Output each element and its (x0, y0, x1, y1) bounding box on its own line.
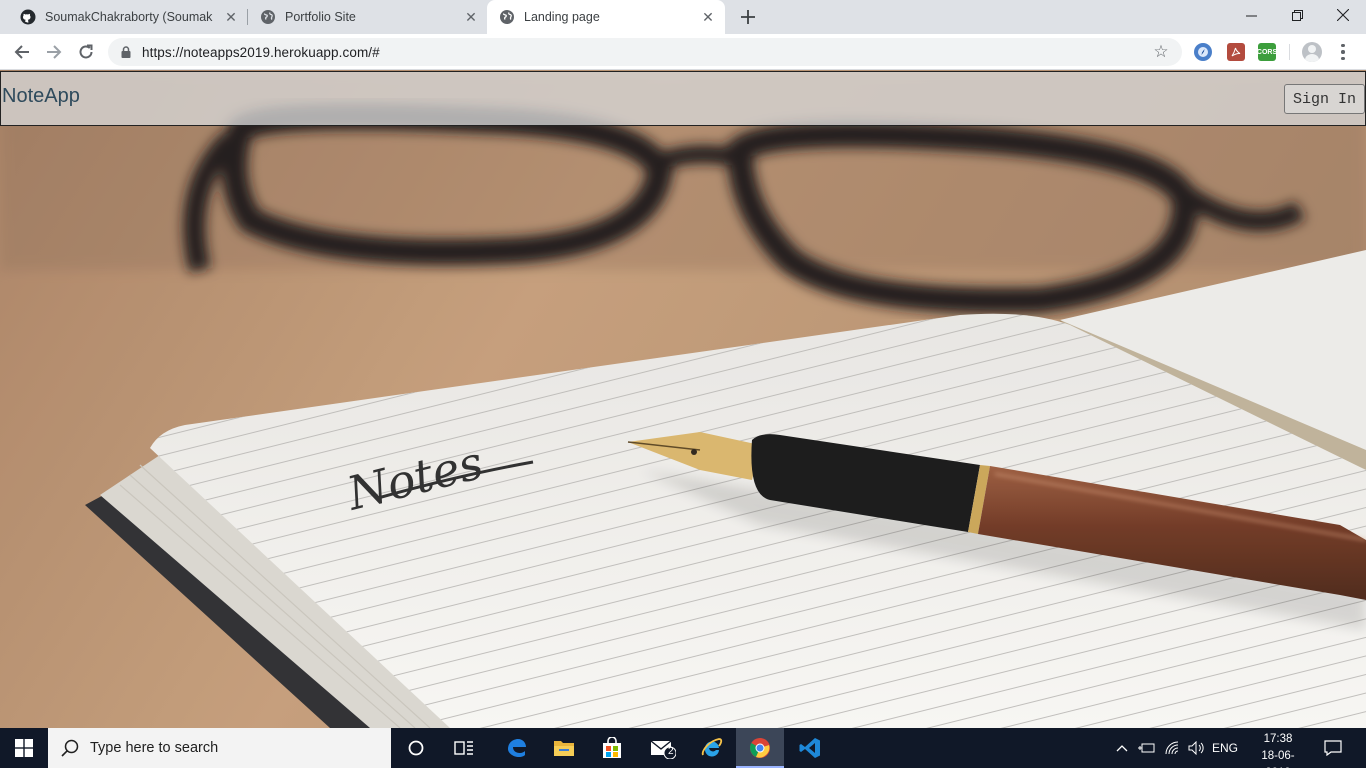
new-tab-button[interactable] (737, 6, 759, 28)
forward-button[interactable] (42, 40, 66, 64)
browser-toolbar: https://noteapps2019.herokuapp.com/# ☆ C… (0, 34, 1366, 70)
internet-explorer-icon (701, 738, 723, 757)
action-center-button[interactable] (1318, 728, 1348, 768)
hero-background-photo: Notes (0, 70, 1366, 728)
address-bar[interactable]: https://noteapps2019.herokuapp.com/# ☆ (108, 38, 1182, 66)
pdf-extension-icon[interactable] (1227, 43, 1245, 61)
mail-badge: 2 (668, 746, 674, 757)
chrome-taskbar-button[interactable] (736, 728, 784, 768)
globe-icon (500, 10, 514, 24)
clock-time: 17:38 (1263, 733, 1293, 745)
bookmark-star-icon[interactable]: ☆ (1152, 43, 1170, 61)
system-clock[interactable]: 17:38 18-06-2019 (1252, 731, 1304, 782)
taskbar-search-box[interactable]: Type here to search (48, 728, 391, 768)
battery-status[interactable] (1136, 728, 1158, 768)
store-bag-icon (603, 737, 621, 758)
minimize-button[interactable] (1228, 0, 1274, 30)
reload-icon (79, 44, 93, 59)
tab-title: Landing page (524, 10, 600, 24)
toolbar-separator (1289, 44, 1290, 60)
restore-icon (1291, 9, 1303, 21)
clock-date: 18-06-2019 (1261, 750, 1295, 779)
network-status[interactable] (1162, 728, 1184, 768)
tab-github[interactable]: SoumakChakraborty (Soumak Ch ✕ (0, 0, 248, 34)
kebab-dot (1341, 56, 1345, 61)
close-icon[interactable]: ✕ (700, 9, 716, 25)
close-icon[interactable]: ✕ (223, 9, 239, 25)
page-viewport: Notes NoteApp Sign In (0, 70, 1366, 728)
pdf-icon (1231, 47, 1241, 57)
edge-taskbar-button[interactable] (494, 728, 538, 768)
reload-button[interactable] (74, 40, 98, 64)
speaker-icon (1188, 741, 1204, 755)
close-window-button[interactable] (1320, 0, 1366, 30)
lock-icon[interactable] (120, 46, 132, 58)
compass-icon (1198, 47, 1208, 57)
kebab-dot (1341, 43, 1345, 48)
github-icon (20, 9, 36, 25)
task-view-button[interactable] (444, 728, 484, 768)
windows-logo-icon (15, 739, 33, 757)
cortana-button[interactable] (396, 728, 436, 768)
notification-icon (1324, 740, 1342, 756)
tab-title: Portfolio Site (285, 10, 356, 24)
arrow-left-icon (14, 45, 29, 59)
chrome-icon (750, 738, 770, 758)
wifi-icon (1165, 741, 1179, 755)
arrow-right-icon (47, 45, 62, 59)
profile-avatar[interactable] (1302, 42, 1322, 62)
edge-icon (508, 739, 526, 757)
globe-icon (261, 10, 275, 24)
close-icon[interactable]: ✕ (463, 9, 479, 25)
start-button[interactable] (0, 728, 48, 768)
vscode-button[interactable] (788, 728, 832, 768)
cortana-icon (408, 740, 424, 756)
minimize-icon (1245, 15, 1257, 16)
search-icon (61, 739, 79, 757)
search-placeholder: Type here to search (90, 740, 219, 756)
vscode-icon (799, 738, 820, 758)
show-hidden-icons-button[interactable] (1112, 728, 1132, 768)
cors-label: CORS (1256, 48, 1278, 56)
mail-button[interactable]: 2 (640, 728, 686, 768)
store-button[interactable] (590, 728, 634, 768)
browser-tab-strip: SoumakChakraborty (Soumak Ch ✕ Portfolio… (0, 0, 1366, 34)
url-text[interactable]: https://noteapps2019.herokuapp.com/# (142, 45, 380, 60)
file-explorer-button[interactable] (542, 728, 586, 768)
internet-explorer-button[interactable] (690, 728, 734, 768)
volume-button[interactable] (1186, 728, 1208, 768)
kebab-dot (1341, 50, 1345, 54)
back-button[interactable] (10, 40, 34, 64)
tab-landing-page[interactable]: Landing page ✕ (487, 0, 725, 34)
restore-button[interactable] (1274, 0, 1320, 30)
compass-extension-icon[interactable] (1194, 43, 1212, 61)
input-language-indicator[interactable]: ENG (1210, 728, 1240, 768)
cors-extension-icon[interactable]: CORS (1256, 43, 1278, 61)
sign-in-button[interactable]: Sign In (1284, 84, 1365, 114)
tab-portfolio[interactable]: Portfolio Site ✕ (248, 0, 488, 34)
more-options-button[interactable] (1333, 42, 1353, 62)
windows-taskbar: Type here to search 2 ENG 17:38 18-06-20… (0, 728, 1366, 779)
folder-icon (554, 741, 574, 756)
site-navbar: NoteApp Sign In (0, 71, 1366, 126)
plus-icon (741, 10, 755, 24)
tab-title: SoumakChakraborty (Soumak Ch (45, 10, 215, 24)
brand-logo-link[interactable]: NoteApp (2, 85, 80, 108)
power-plug-icon (1138, 743, 1155, 753)
task-view-icon (454, 741, 473, 755)
chevron-up-icon (1116, 745, 1128, 752)
close-icon (1337, 9, 1349, 21)
